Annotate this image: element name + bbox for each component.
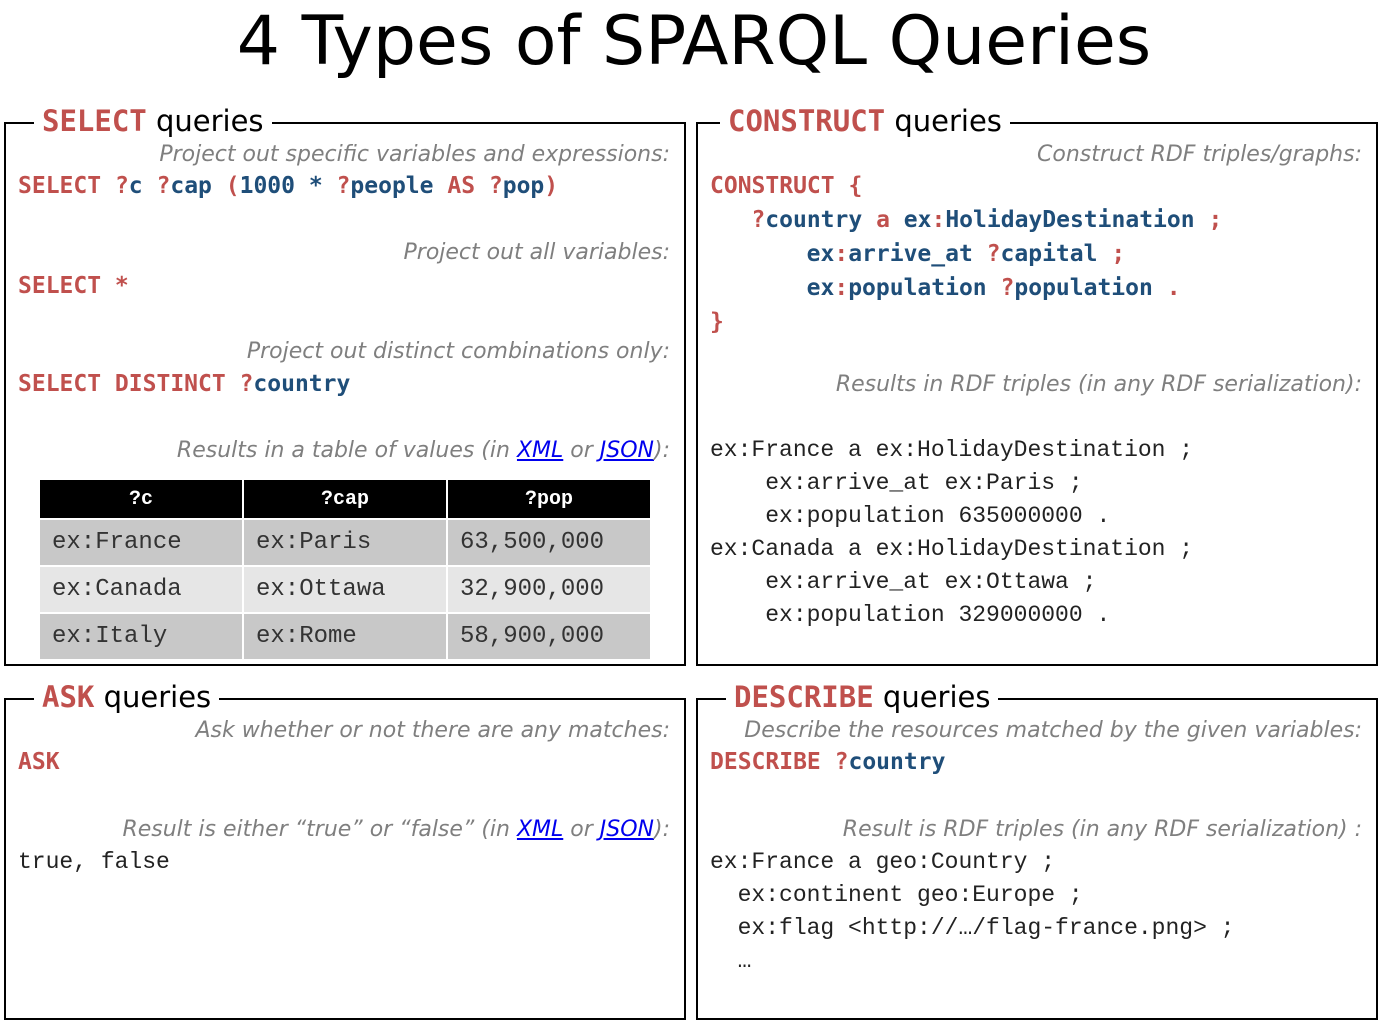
- xml-link[interactable]: XML: [517, 817, 563, 842]
- select-note-3: Project out distinct combinations only:: [246, 339, 670, 364]
- select-heading: SELECT queries: [34, 102, 272, 140]
- select-note-1: Project out specific variables and expre…: [159, 142, 670, 167]
- select-panel: SELECT queries Project out specific vari…: [4, 102, 686, 666]
- table-row: ex:Canada ex:Ottawa 32,900,000: [40, 567, 650, 612]
- construct-heading: CONSTRUCT queries: [720, 102, 1010, 140]
- select-note-4: Results in a table of values (in XML or …: [176, 438, 670, 463]
- json-link[interactable]: JSON: [600, 817, 654, 842]
- select-query-3: SELECT DISTINCT ?country: [18, 371, 351, 397]
- table-cell: ex:Ottawa: [244, 567, 446, 612]
- table-cell: ex:Paris: [244, 520, 446, 565]
- table-cell: ex:Rome: [244, 614, 446, 659]
- select-query-2: SELECT *: [18, 273, 129, 299]
- table-header: ?pop: [448, 480, 650, 518]
- page-title: 4 Types of SPARQL Queries: [236, 2, 1152, 81]
- table-cell: 32,900,000: [448, 567, 650, 612]
- ask-heading: ASK queries: [34, 678, 220, 716]
- table-cell: ex:Italy: [40, 614, 242, 659]
- table-cell: 63,500,000: [448, 520, 650, 565]
- ask-output: true, false: [18, 849, 170, 875]
- ask-heading-keyword: ASK: [42, 680, 95, 714]
- select-query-1: SELECT ?c ?cap (1000 * ?people AS ?pop): [18, 173, 559, 199]
- select-heading-keyword: SELECT: [42, 104, 147, 138]
- ask-panel: ASK queries Ask whether or not there are…: [4, 678, 686, 1020]
- table-header: ?c: [40, 480, 242, 518]
- json-link[interactable]: JSON: [600, 438, 654, 463]
- ask-note-2: Result is either “true” or “false” (in X…: [122, 817, 670, 842]
- describe-heading: DESCRIBE queries: [726, 678, 999, 716]
- construct-heading-label: queries: [885, 104, 1002, 138]
- ask-query: ASK: [18, 749, 60, 775]
- construct-output: ex:France a ex:HolidayDestination ; ex:a…: [710, 437, 1194, 628]
- describe-query: DESCRIBE ?country: [710, 749, 946, 775]
- construct-heading-keyword: CONSTRUCT: [728, 104, 886, 138]
- describe-heading-keyword: DESCRIBE: [734, 680, 874, 714]
- ask-heading-label: queries: [94, 680, 212, 714]
- table-cell: ex:Canada: [40, 567, 242, 612]
- describe-heading-label: queries: [873, 680, 991, 714]
- describe-note-1: Describe the resources matched by the gi…: [744, 718, 1362, 743]
- results-table: ?c ?cap ?pop ex:France ex:Paris 63,500,0…: [38, 478, 652, 661]
- table-cell: 58,900,000: [448, 614, 650, 659]
- table-cell: ex:France: [40, 520, 242, 565]
- select-note-2: Project out all variables:: [403, 240, 670, 265]
- table-row: ex:France ex:Paris 63,500,000: [40, 520, 650, 565]
- construct-note-2: Results in RDF triples (in any RDF seria…: [835, 372, 1362, 397]
- xml-link[interactable]: XML: [517, 438, 563, 463]
- construct-panel: CONSTRUCT queries Construct RDF triples/…: [696, 102, 1378, 666]
- construct-query: CONSTRUCT { ?country a ex:HolidayDestina…: [710, 173, 1223, 335]
- describe-panel: DESCRIBE queries Describe the resources …: [696, 678, 1378, 1020]
- describe-note-2: Result is RDF triples (in any RDF serial…: [842, 817, 1362, 842]
- describe-output: ex:France a geo:Country ; ex:continent g…: [710, 849, 1235, 974]
- construct-note-1: Construct RDF triples/graphs:: [1037, 142, 1362, 167]
- select-heading-label: queries: [146, 104, 264, 138]
- table-header: ?cap: [244, 480, 446, 518]
- ask-note-1: Ask whether or not there are any matches…: [195, 718, 670, 743]
- table-row: ex:Italy ex:Rome 58,900,000: [40, 614, 650, 659]
